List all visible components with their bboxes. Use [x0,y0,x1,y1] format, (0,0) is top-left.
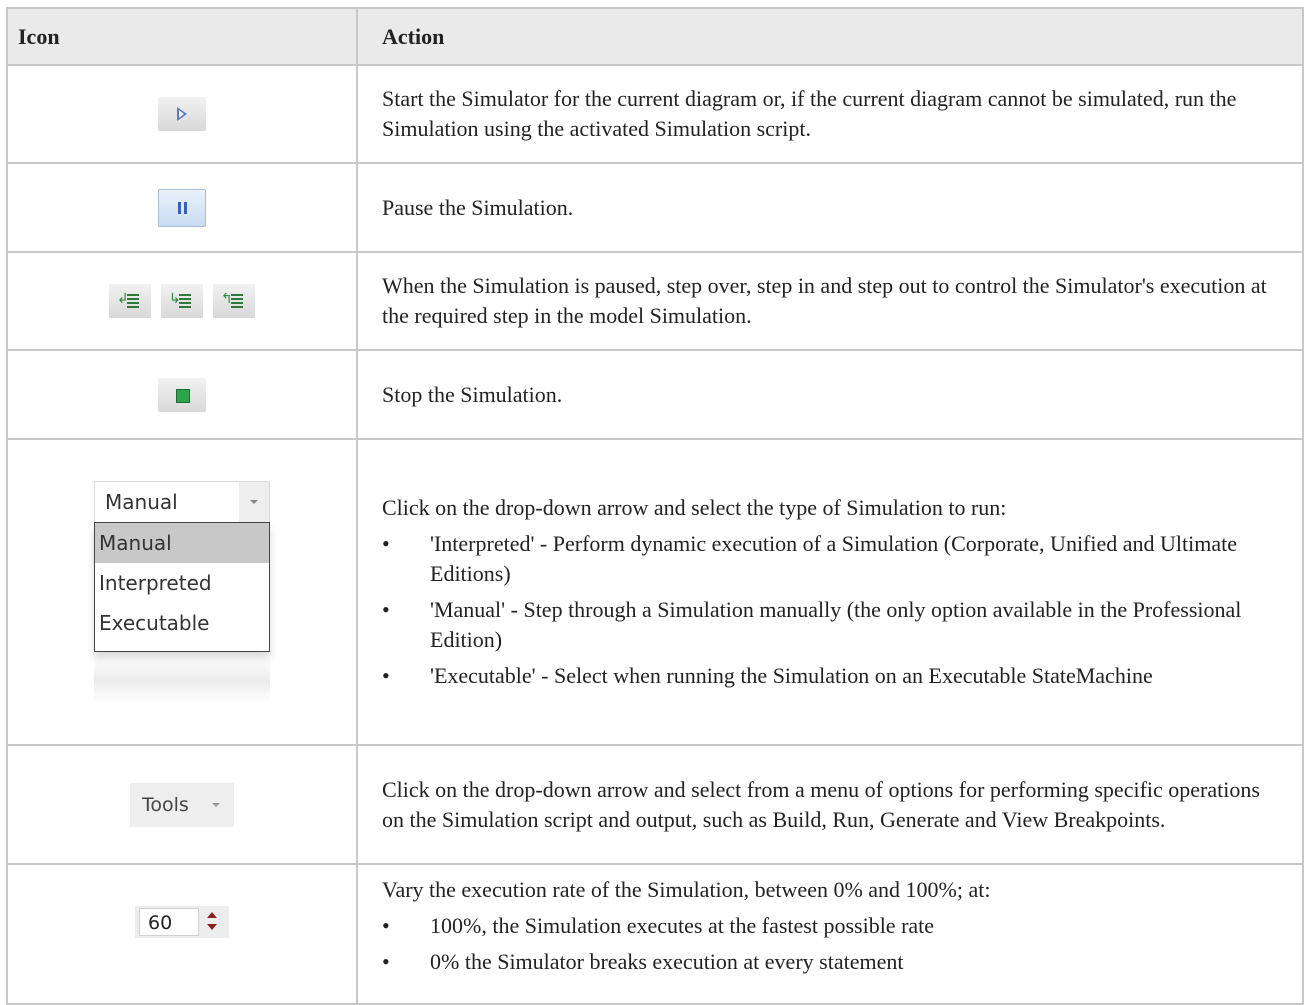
spin-up-icon[interactable] [207,911,217,918]
step-over-icon[interactable]: ↲ [109,284,151,318]
rate-description: Vary the execution rate of the Simulatio… [382,877,991,902]
tools-description: Click on the drop-down arrow and select … [356,744,1304,865]
chevron-down-icon [212,802,220,807]
simulation-mode-select[interactable]: Manual [94,481,270,523]
table-row: ↲ ↳ ↰ When the Simulation is paused, ste… [6,251,1304,351]
step-out-icon[interactable]: ↰ [213,284,255,318]
list-item: 'Interpreted' - Perform dynamic executio… [382,529,1278,589]
list-item: 100%, the Simulation executes at the fas… [382,911,1278,941]
run-description: Start the Simulator for the current diag… [356,64,1304,164]
stop-description: Stop the Simulation. [356,349,1304,440]
option-manual[interactable]: Manual [95,523,269,563]
run-simulation-icon[interactable] [158,97,206,131]
table-row: Tools Click on the drop-down arrow and s… [6,744,1304,865]
tools-dropdown-button[interactable]: Tools [130,782,234,827]
list-item: 'Manual' - Step through a Simulation man… [382,595,1278,655]
simulation-mode-options: Manual Interpreted Executable [94,522,270,652]
table-row: Start the Simulator for the current diag… [6,64,1304,164]
step-in-icon[interactable]: ↳ [161,284,203,318]
pause-icon[interactable] [158,188,206,227]
tools-label: Tools [142,793,189,816]
simulation-mode-dropdown: Manual Manual Interpreted Executable [94,481,270,703]
table-row: 60 Vary the execution rate of the Simula… [6,863,1304,1005]
table-row: Manual Manual Interpreted Executable Cli… [6,438,1304,746]
list-item: 'Executable' - Select when running the S… [382,661,1278,691]
selected-mode: Manual [105,490,178,514]
table-header-row: Icon Action [6,7,1304,66]
spin-down-icon[interactable] [207,923,217,930]
icon-column-header: Icon [6,7,358,66]
simulation-toolbar-table: Icon Action Start the Simulator for the … [6,7,1304,1005]
step-buttons: ↲ ↳ ↰ [109,284,255,318]
table-row: Pause the Simulation. [6,162,1304,253]
mode-bullet-list: 'Interpreted' - Perform dynamic executio… [382,529,1278,691]
execution-rate-stepper[interactable]: 60 [135,905,229,938]
rate-bullet-list: 100%, the Simulation executes at the fas… [382,911,1278,977]
mode-description: Click on the drop-down arrow and select … [382,495,1007,520]
pause-description: Pause the Simulation. [356,162,1304,253]
action-column-header: Action [356,7,1304,66]
option-interpreted[interactable]: Interpreted [95,563,269,603]
step-description: When the Simulation is paused, step over… [356,251,1304,351]
stop-icon[interactable] [158,377,206,412]
option-executable[interactable]: Executable [95,603,269,643]
list-item: 0% the Simulator breaks execution at eve… [382,947,1278,977]
table-row: Stop the Simulation. [6,349,1304,440]
execution-rate-field[interactable]: 60 [139,907,199,936]
chevron-down-icon[interactable] [239,482,269,522]
